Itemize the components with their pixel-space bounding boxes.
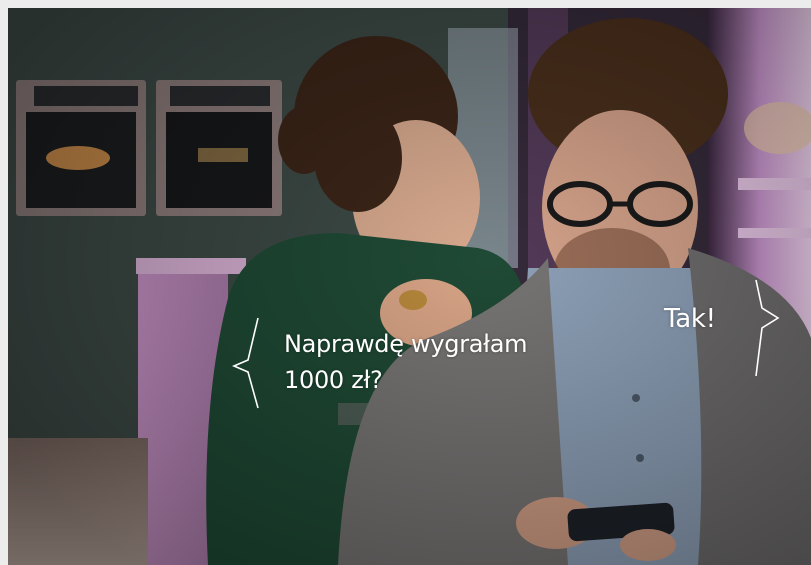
speech-question-line1: Naprawdę wygrałam bbox=[284, 330, 528, 358]
speech-answer: Tak! bbox=[664, 304, 716, 334]
speech-question-line2: 1000 zł? bbox=[284, 366, 383, 394]
speech-question: Naprawdę wygrałam 1000 zł? bbox=[284, 326, 604, 398]
photo-scene bbox=[8, 8, 811, 565]
advert-photo: Naprawdę wygrałam 1000 zł? Tak! bbox=[8, 8, 811, 565]
